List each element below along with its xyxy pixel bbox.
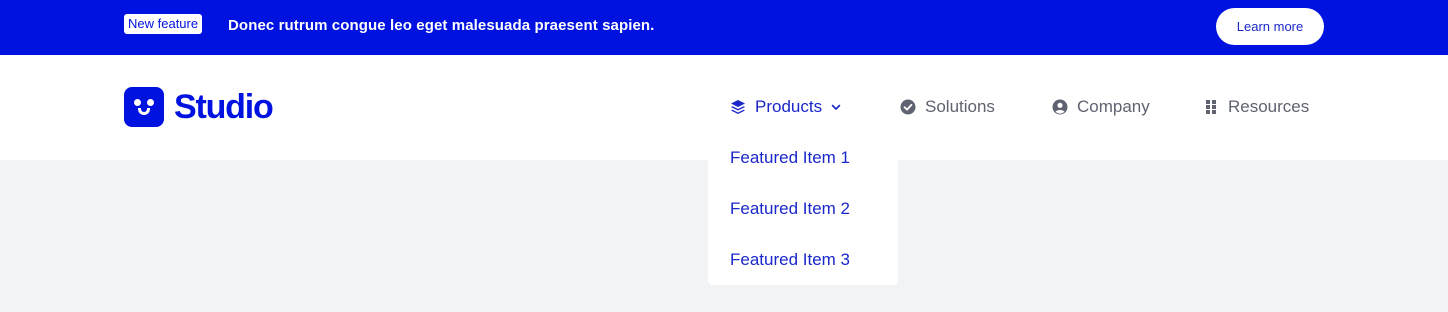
logo[interactable]: Studio bbox=[124, 87, 274, 127]
layers-icon bbox=[730, 99, 746, 115]
products-dropdown: Featured Item 1 Featured Item 2 Featured… bbox=[708, 132, 898, 285]
logo-text: Studio bbox=[174, 88, 274, 126]
grid-dots-icon bbox=[1203, 99, 1219, 115]
nav-company[interactable]: Company bbox=[1052, 95, 1150, 119]
new-feature-badge: New feature bbox=[124, 14, 203, 34]
nav-resources-label: Resources bbox=[1228, 97, 1310, 116]
announcement-banner: New feature Donec rutrum congue leo eget… bbox=[0, 0, 1448, 55]
check-circle-icon bbox=[900, 99, 916, 115]
dropdown-item[interactable]: Featured Item 2 bbox=[730, 198, 850, 220]
nav-company-label: Company bbox=[1077, 97, 1150, 116]
nav-products-label: Products bbox=[755, 97, 823, 116]
nav-resources[interactable]: Resources bbox=[1203, 95, 1309, 119]
chevron-down-icon bbox=[830, 101, 842, 113]
nav-products[interactable]: Products bbox=[730, 95, 842, 119]
user-circle-icon bbox=[1052, 99, 1068, 115]
banner-text: Donec rutrum congue leo eget malesuada p… bbox=[228, 17, 655, 34]
learn-more-button[interactable]: Learn more bbox=[1216, 8, 1324, 45]
logo-face-icon bbox=[124, 87, 164, 127]
nav-solutions[interactable]: Solutions bbox=[900, 95, 995, 119]
dropdown-item[interactable]: Featured Item 3 bbox=[730, 249, 850, 271]
nav-solutions-label: Solutions bbox=[925, 97, 995, 116]
dropdown-item[interactable]: Featured Item 1 bbox=[730, 147, 850, 169]
